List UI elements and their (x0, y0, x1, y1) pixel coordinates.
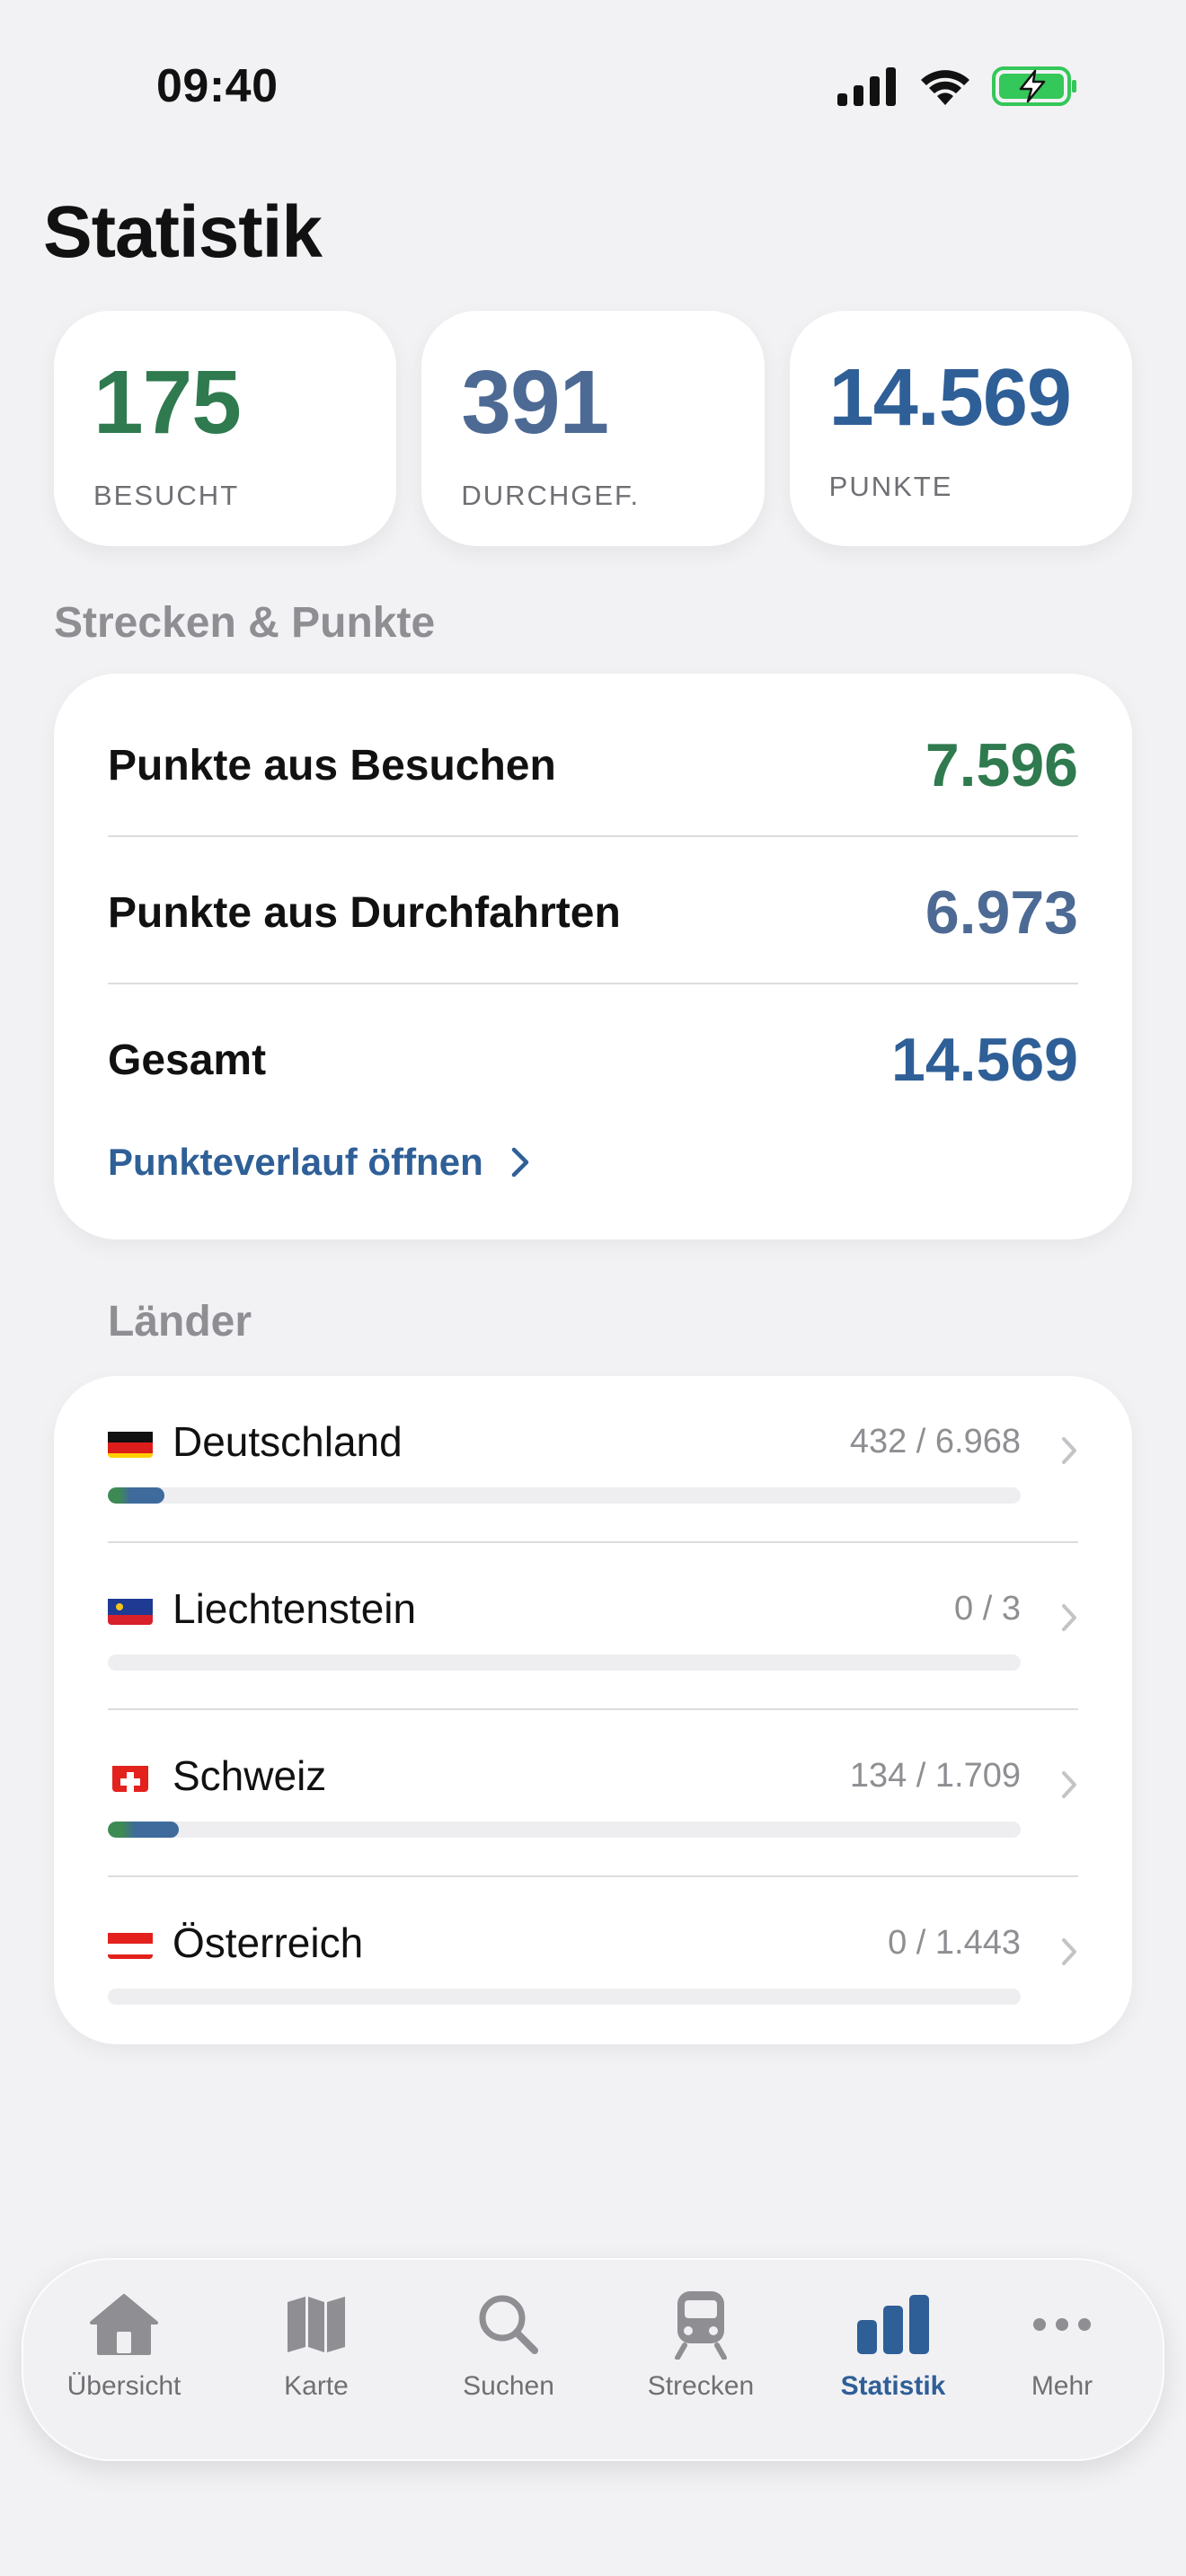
country-row-switzerland[interactable]: Schweiz 134 / 1.709 (108, 1710, 1078, 1877)
divider (108, 983, 1078, 984)
divider (108, 835, 1078, 837)
country-name: Liechtenstein (173, 1585, 417, 1632)
progress-track (108, 1822, 1021, 1838)
liechtenstein-flag-icon (108, 1592, 153, 1625)
chart-bars-icon (857, 2295, 929, 2354)
country-row-austria[interactable]: Österreich 0 / 1.443 (108, 1877, 1078, 2044)
country-count: 0 / 3 (954, 1590, 1021, 1628)
country-row-germany[interactable]: Deutschland 432 / 6.968 (108, 1376, 1078, 1543)
tab-label: Übersicht (66, 2371, 181, 2401)
austria-flag-icon (108, 1927, 153, 1959)
tab-statistics[interactable]: Statistik (803, 2290, 983, 2402)
search-icon (479, 2295, 538, 2354)
status-icons (836, 59, 1078, 113)
tab-label: Karte (284, 2371, 349, 2401)
country-count: 432 / 6.968 (849, 1423, 1021, 1460)
wifi-icon (921, 70, 969, 105)
summary-card-points: 14.569 PUNKTE (789, 311, 1132, 546)
points-passes-value: 6.973 (925, 878, 1078, 947)
passed-count: 391 (461, 352, 609, 453)
tab-bar: Übersicht Karte Suchen Strecken Statisti… (22, 2258, 1164, 2461)
signal-icon (837, 67, 896, 106)
points-total-label: Gesamt (108, 1036, 267, 1084)
chevron-right-icon (1062, 1771, 1076, 1798)
page-title: Statistik (43, 191, 323, 273)
progress-fill (108, 1822, 180, 1838)
points-visits-value: 7.596 (925, 731, 1078, 799)
chevron-right-icon (1062, 1938, 1076, 1965)
tab-routes[interactable]: Strecken (611, 2290, 791, 2402)
battery-charging-icon (992, 66, 1076, 106)
summary-cards: 175 BESUCHT 391 DURCHGEF. 14.569 PUNKTE (54, 311, 1132, 546)
switzerland-flag-icon (112, 1760, 148, 1792)
tab-label: Mehr (1031, 2371, 1093, 2401)
progress-track (108, 1989, 1021, 2005)
country-name: Deutschland (173, 1418, 403, 1465)
more-icon (1033, 2318, 1091, 2331)
points-history-link-label: Punkteverlauf öffnen (108, 1141, 483, 1183)
progress-track (108, 1654, 1021, 1671)
points-card: Punkte aus Besuchen 7.596 Punkte aus Dur… (54, 674, 1132, 1239)
points-label: PUNKTE (828, 471, 953, 502)
tab-map[interactable]: Karte (226, 2290, 406, 2402)
train-icon (675, 2291, 727, 2360)
section-title-countries: Länder (108, 1298, 252, 1345)
points-visits-label: Punkte aus Besuchen (108, 741, 556, 790)
tab-label: Suchen (463, 2371, 554, 2401)
points-total: 14.569 (828, 353, 1072, 443)
points-row-total: Gesamt 14.569 (108, 986, 1078, 1134)
points-history-link[interactable]: Punkteverlauf öffnen (108, 1141, 530, 1184)
visited-count: 175 (93, 352, 242, 453)
tab-overview[interactable]: Übersicht (34, 2290, 214, 2402)
country-count: 0 / 1.443 (888, 1924, 1021, 1962)
tab-label: Statistik (840, 2371, 946, 2401)
house-icon (90, 2294, 158, 2355)
points-total-value: 14.569 (891, 1026, 1078, 1094)
country-row-liechtenstein[interactable]: Liechtenstein 0 / 3 (108, 1543, 1078, 1710)
chevron-right-icon (1062, 1437, 1076, 1464)
points-row-passes: Punkte aus Durchfahrten 6.973 (108, 839, 1078, 986)
progress-fill (108, 1487, 164, 1504)
germany-flag-icon (108, 1425, 153, 1458)
map-icon (288, 2297, 345, 2352)
statistics-screen: 09:40 Statistik 175 BESUCHT 391 DURCHGEF… (0, 0, 1186, 2576)
visited-label: BESUCHT (93, 480, 240, 511)
tab-more[interactable]: Mehr (972, 2290, 1152, 2402)
summary-card-passed: 391 DURCHGEF. (421, 311, 765, 546)
chevron-right-icon (1062, 1604, 1076, 1631)
progress-track (108, 1487, 1021, 1504)
passed-label: DURCHGEF. (461, 480, 641, 511)
section-title-points: Strecken & Punkte (54, 599, 436, 647)
country-count: 134 / 1.709 (849, 1757, 1021, 1795)
points-row-visits: Punkte aus Besuchen 7.596 (108, 692, 1078, 839)
country-name: Schweiz (173, 1752, 327, 1799)
points-passes-label: Punkte aus Durchfahrten (108, 888, 621, 937)
country-name: Österreich (173, 1919, 364, 1966)
chevron-right-icon (511, 1147, 528, 1178)
countries-card: Deutschland 432 / 6.968 Liechtenstein 0 … (54, 1376, 1132, 2044)
tab-search[interactable]: Suchen (419, 2290, 598, 2402)
summary-card-visited: 175 BESUCHT (54, 311, 397, 546)
status-time: 09:40 (156, 60, 279, 112)
tab-label: Strecken (647, 2371, 755, 2401)
